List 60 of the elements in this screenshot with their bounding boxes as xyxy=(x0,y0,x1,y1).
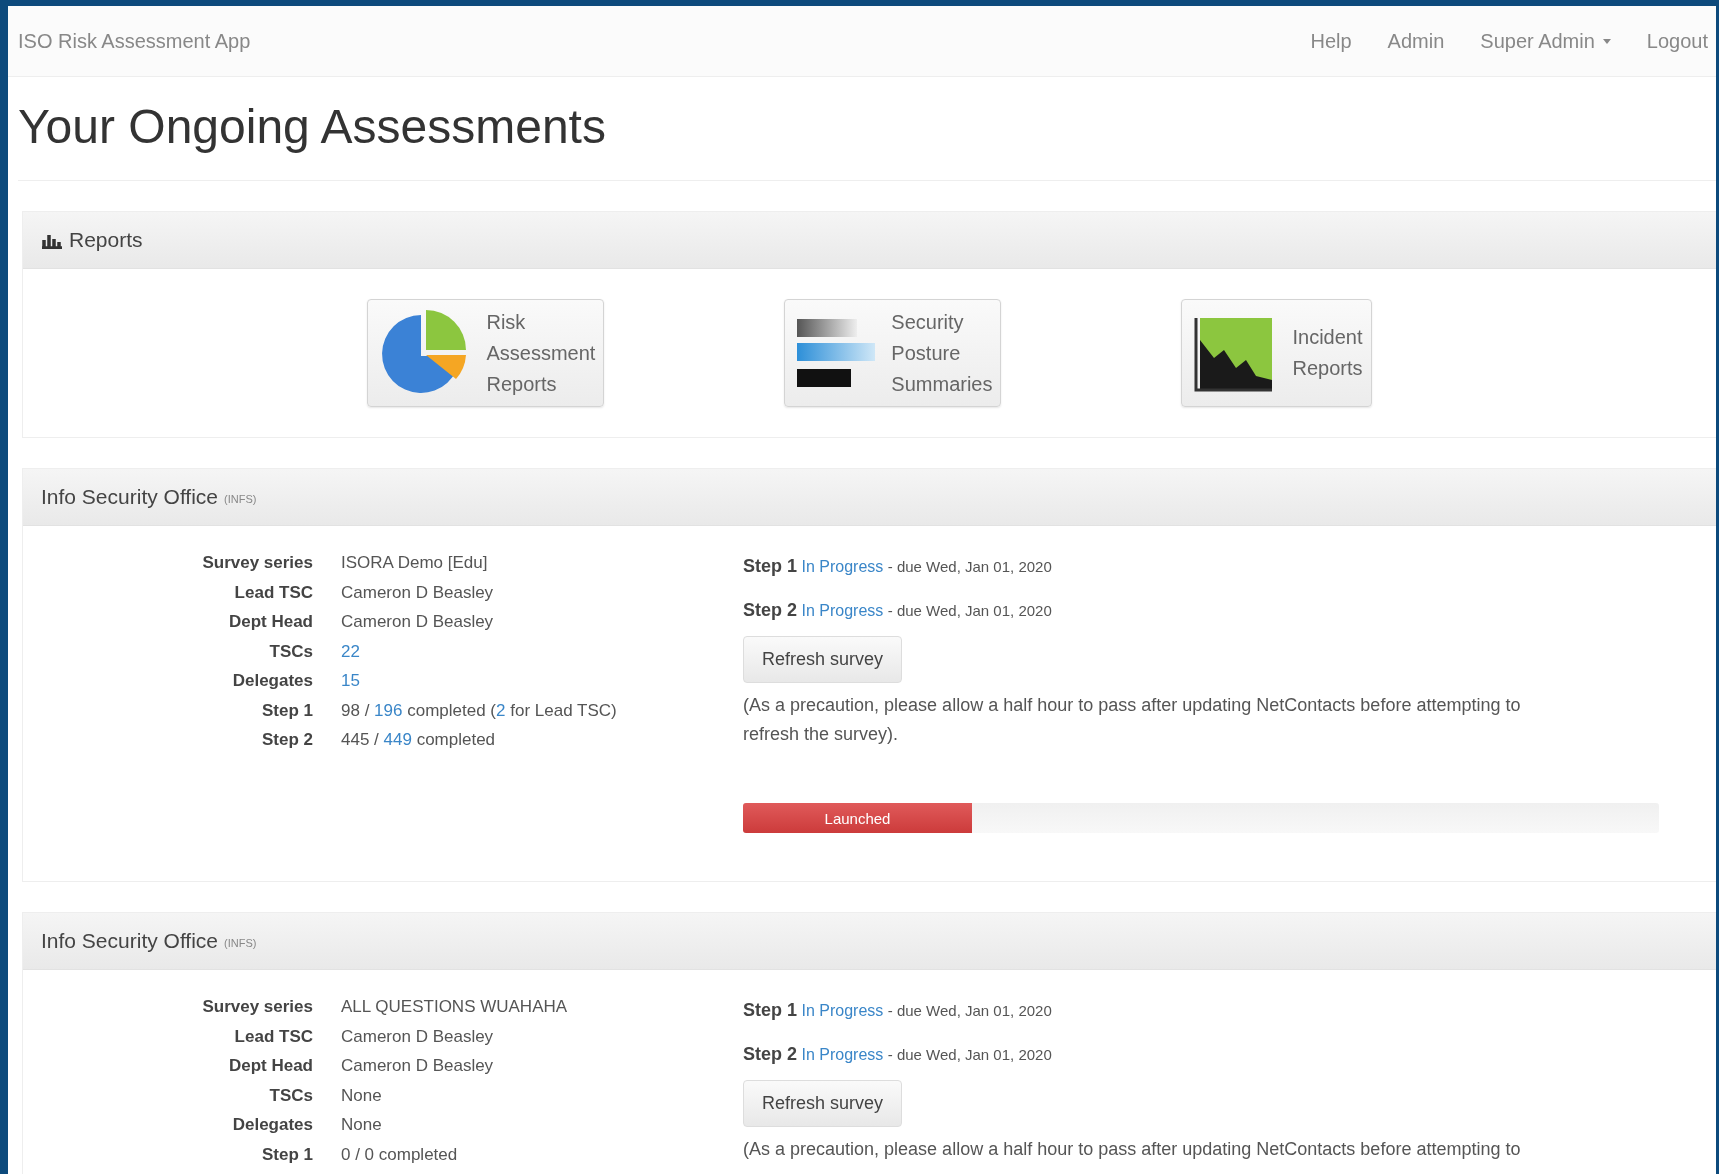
field-label: Dept Head xyxy=(227,611,313,633)
report-tile[interactable]: Risk Assessment Reports xyxy=(367,299,605,407)
field-value: None xyxy=(341,1115,382,1134)
field-value: ALL QUESTIONS WUAHAHA xyxy=(341,997,568,1016)
step-status: Step 1 In Progress - due Wed, Jan 01, 2020 xyxy=(743,556,1053,577)
progress-fill: Launched xyxy=(743,803,972,833)
step-status: Step 1 In Progress - due Wed, Jan 01, 2020 xyxy=(743,1000,1053,1021)
refresh-button[interactable]: Refresh survey xyxy=(743,636,903,683)
caret-icon xyxy=(1602,38,1611,44)
dropdown-menu[interactable]: Super Admin xyxy=(1462,21,1629,61)
status-link[interactable]: In Progress xyxy=(801,558,884,575)
field-label: Delegates xyxy=(231,1114,313,1136)
field-value: for Lead TSC) xyxy=(509,700,617,720)
app-brand[interactable]: ISO Risk Assessment App xyxy=(18,29,1293,53)
count-link[interactable]: 449 xyxy=(383,730,412,749)
office-code: (INFS) xyxy=(224,493,257,505)
status-link[interactable]: In Progress xyxy=(801,1002,884,1019)
nav-link[interactable]: Logout xyxy=(1628,21,1712,61)
count-link[interactable]: 22 xyxy=(341,641,360,661)
panel-title: Info Security Office xyxy=(41,929,219,953)
precaution-note: (As a precaution, please allow a half hour to pass after updating NetContacts before attempting to refresh the survey). xyxy=(743,694,1522,746)
precaution-note: (As a precaution, please allow a half hour to pass after updating NetContacts before attempting to xyxy=(743,1138,1522,1161)
step-status: Step 2 In Progress - due Wed, Jan 01, 2020 xyxy=(743,600,1053,621)
panel-title: Reports xyxy=(69,228,143,252)
field-value: 98 / xyxy=(341,700,371,720)
report-tile[interactable]: Security Posture Summaries xyxy=(784,299,1002,407)
field-value: Cameron D Beasley xyxy=(341,1056,494,1075)
field-label: Lead TSC xyxy=(233,1025,313,1048)
field-value: 445 / xyxy=(341,730,380,749)
field-value: ISORA Demo [Edu] xyxy=(341,553,488,572)
field-value: Cameron D Beasley xyxy=(341,582,494,602)
count-link[interactable]: 2 xyxy=(496,700,506,720)
office-code: (INFS) xyxy=(224,937,257,949)
page-title: Your Ongoing Assessments xyxy=(18,99,607,154)
field-value: Cameron D Beasley xyxy=(341,612,494,631)
panel-title: Info Security Office xyxy=(41,485,219,509)
nav-link[interactable]: Admin xyxy=(1369,21,1463,61)
nav-link[interactable]: Help xyxy=(1292,21,1370,61)
field-label: Step 1 xyxy=(260,1143,313,1166)
report-tile[interactable]: Incident Reports xyxy=(1181,299,1372,407)
status-link[interactable]: In Progress xyxy=(801,1046,884,1063)
field-label: Step 2 xyxy=(260,729,313,751)
count-link[interactable]: 196 xyxy=(374,700,403,720)
refresh-button[interactable]: Refresh survey xyxy=(743,1080,903,1127)
field-value: completed xyxy=(415,730,496,749)
field-value: None xyxy=(341,1085,382,1105)
count-link[interactable]: 15 xyxy=(341,671,360,690)
field-label: Dept Head xyxy=(227,1055,313,1077)
field-label: TSCs xyxy=(268,640,313,663)
field-label: TSCs xyxy=(268,1084,313,1107)
field-label: Lead TSC xyxy=(233,581,313,604)
field-value: Cameron D Beasley xyxy=(341,1026,494,1046)
field-label: Survey series xyxy=(201,552,313,574)
step-status: Step 2 In Progress - due Wed, Jan 01, 2020 xyxy=(743,1044,1053,1065)
field-label: Survey series xyxy=(201,996,313,1018)
status-link[interactable]: In Progress xyxy=(801,602,884,619)
field-value: 0 / 0 completed xyxy=(341,1144,458,1164)
field-label: Step 1 xyxy=(260,699,313,722)
field-label: Delegates xyxy=(231,670,313,692)
field-value: completed ( xyxy=(406,700,496,720)
